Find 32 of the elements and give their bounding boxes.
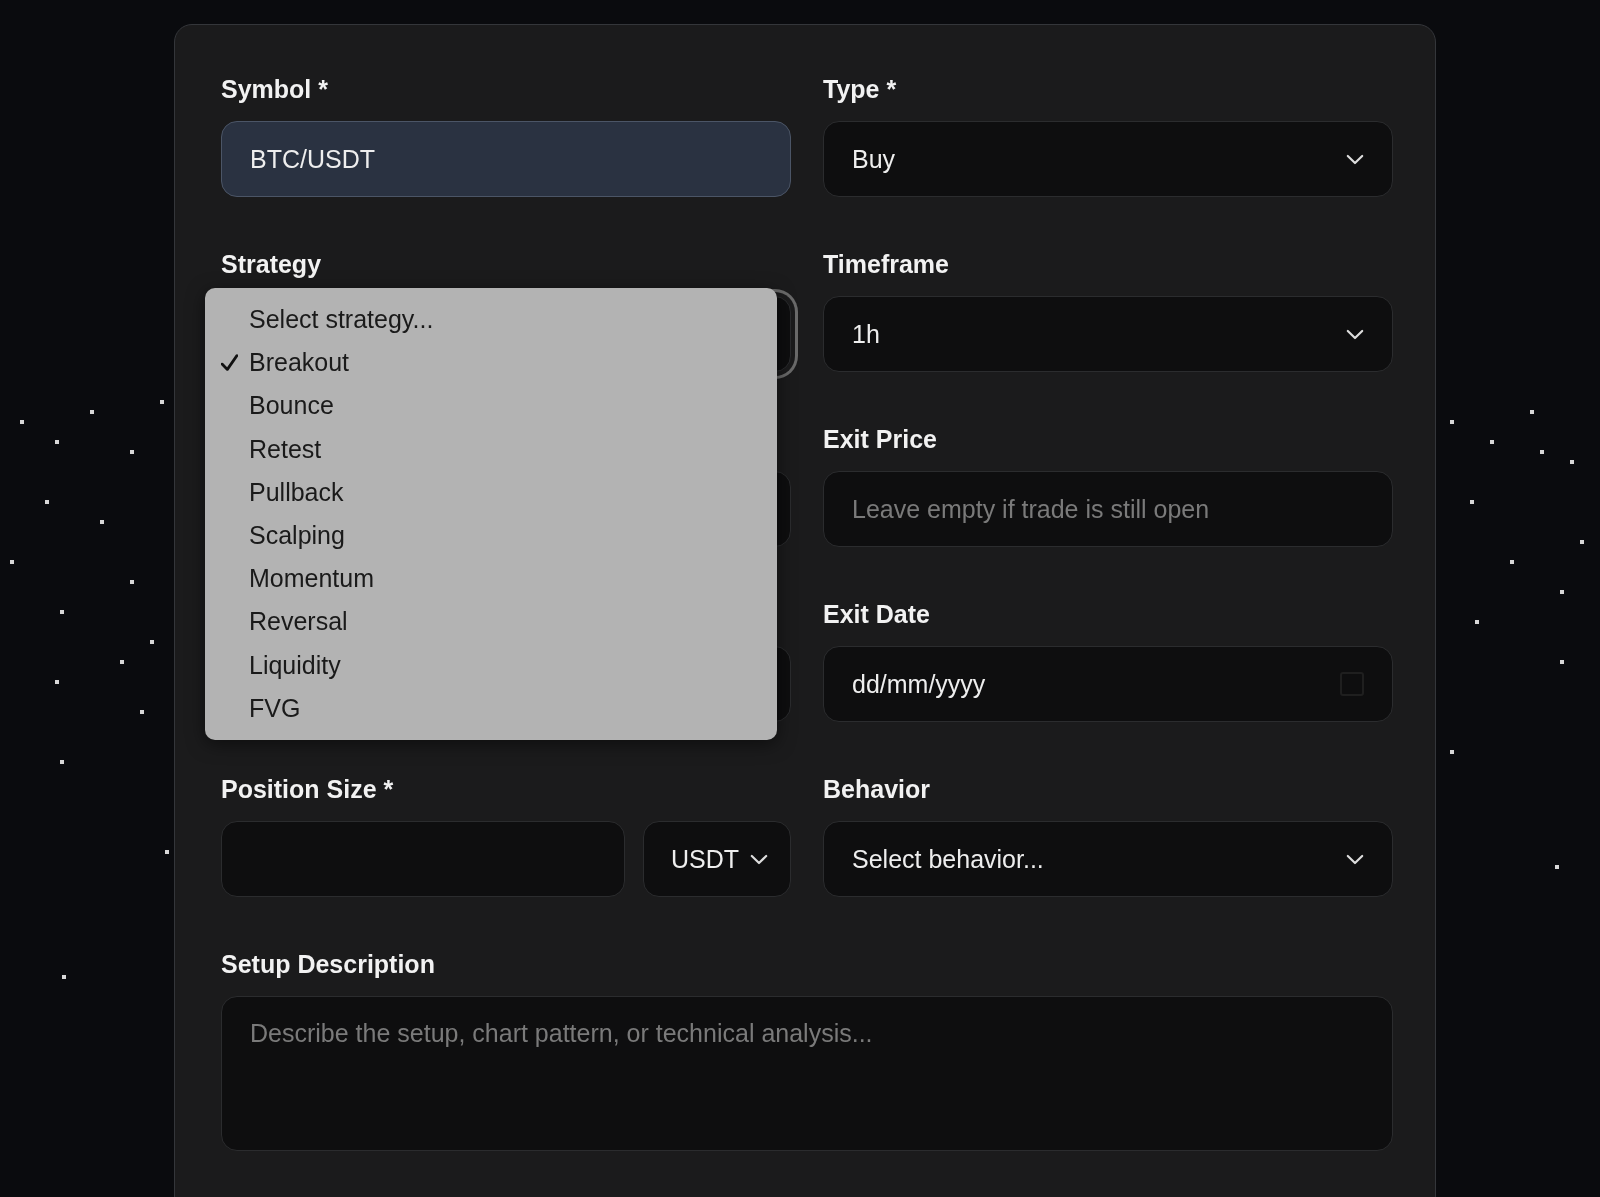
- field-label: Position Size *: [221, 775, 395, 805]
- menu-option[interactable]: Bounce: [205, 384, 777, 428]
- menu-option[interactable]: Liquidity: [205, 643, 777, 687]
- menu-option[interactable]: Reversal: [205, 600, 777, 644]
- menu-option[interactable]: Momentum: [205, 557, 777, 601]
- select-field[interactable]: 1h: [823, 296, 1393, 372]
- input-field[interactable]: Leave empty if trade is still open: [823, 471, 1393, 547]
- field-label: Exit Price: [823, 425, 938, 455]
- unit-select[interactable]: USDT: [643, 821, 791, 897]
- field-label: Symbol *: [221, 75, 329, 105]
- chevron-down-icon: [1346, 153, 1364, 165]
- chevron-down-icon: [1346, 328, 1364, 340]
- field-label: Behavior: [823, 775, 931, 805]
- select-field[interactable]: Buy: [823, 121, 1393, 197]
- menu-option[interactable]: FVG: [205, 686, 777, 730]
- select-field[interactable]: Select behavior...: [823, 821, 1393, 897]
- field-label: Type *: [823, 75, 898, 105]
- menu-option[interactable]: Select strategy...: [205, 298, 777, 342]
- chevron-down-icon: [750, 853, 768, 865]
- menu-option[interactable]: Pullback: [205, 470, 777, 514]
- field-label: Strategy: [221, 250, 323, 280]
- menu-option[interactable]: Scalping: [205, 513, 777, 558]
- input-field[interactable]: BTC/USDT: [221, 121, 791, 197]
- menu-option[interactable]: Breakout: [205, 341, 777, 385]
- field-label: Setup Description: [221, 950, 436, 980]
- date-field[interactable]: dd/mm/yyyy: [823, 646, 1393, 722]
- field-label: Exit Date: [823, 600, 931, 630]
- text-area[interactable]: Describe the setup, chart pattern, or technical analysis...: [221, 996, 1393, 1151]
- field-label: Timeframe: [823, 250, 950, 280]
- input-field[interactable]: [221, 821, 625, 897]
- menu-option[interactable]: Retest: [205, 427, 777, 471]
- chevron-down-icon: [1346, 853, 1364, 865]
